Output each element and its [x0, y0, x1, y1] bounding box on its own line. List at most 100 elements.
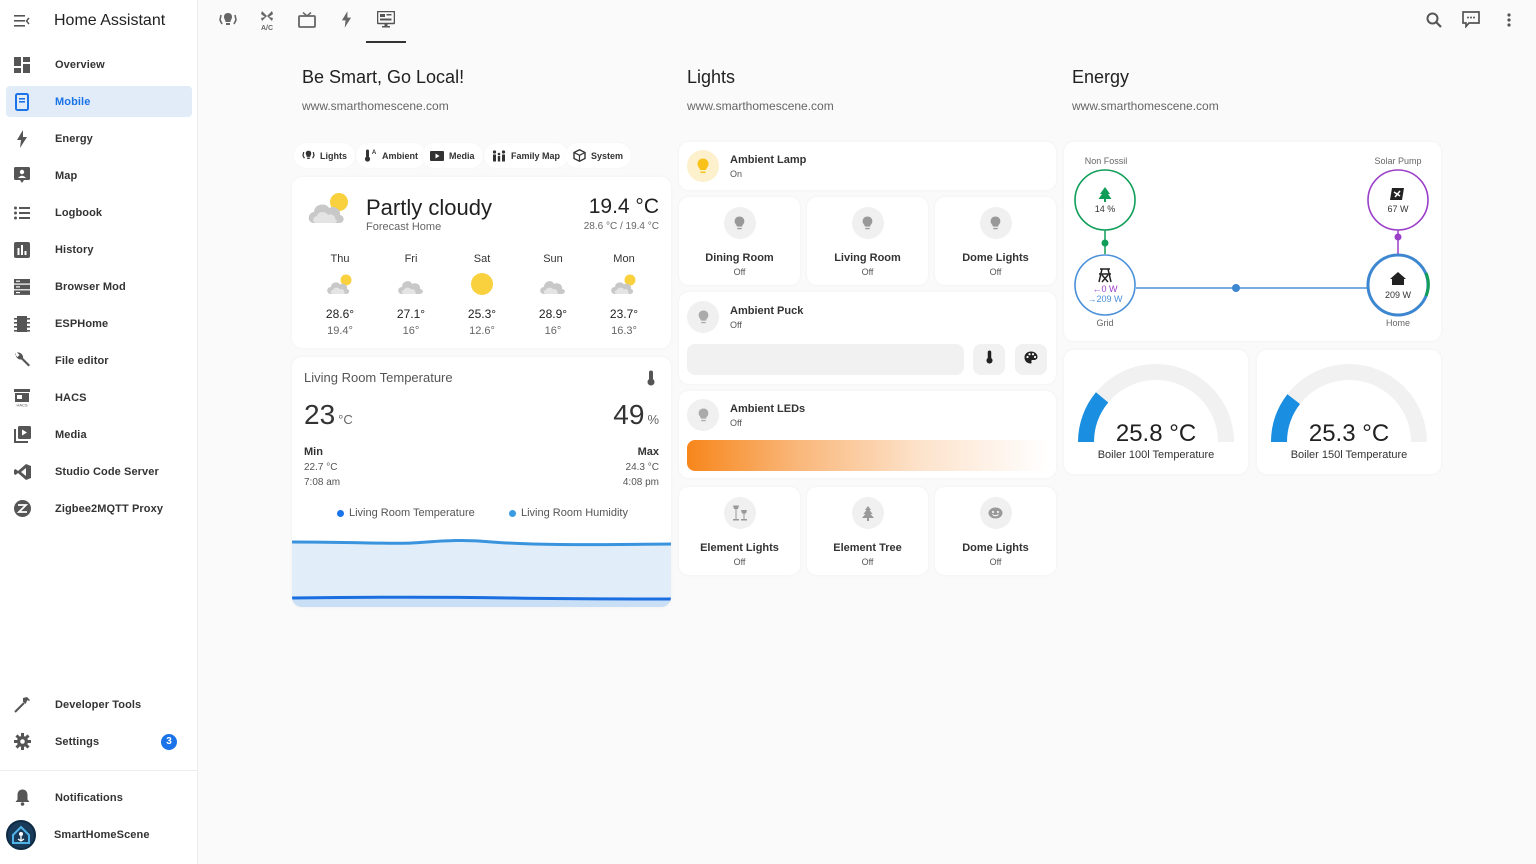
forecast-high: 23.7° [609, 307, 639, 321]
boiler-100-gauge-card[interactable]: 25.8 °C Boiler 100l Temperature [1064, 350, 1248, 474]
chip-lights[interactable]: Lights [294, 143, 355, 168]
search-button[interactable] [1422, 10, 1446, 34]
chip-label: Family Map [511, 150, 561, 161]
chip-system[interactable]: System [565, 143, 632, 168]
min-time: 7:08 am [304, 477, 341, 488]
avatar [6, 819, 36, 850]
color-temp-button[interactable] [973, 344, 1005, 375]
chip-label: Media [449, 150, 475, 161]
more-options-button[interactable] [1497, 10, 1521, 34]
sidebar-item-developer-tools[interactable]: Developer Tools [6, 689, 192, 720]
column-1-title: Be Smart, Go Local! [302, 67, 465, 87]
tile-state: Off [861, 267, 874, 277]
living-room-tile[interactable]: Living Room Off [807, 197, 928, 285]
sidebar-item-label: Logbook [55, 206, 103, 219]
brightness-slider[interactable] [687, 344, 964, 375]
gauge-value: 25.3 °C [1308, 420, 1390, 447]
element-lights-tile[interactable]: Element Lights Off [679, 487, 800, 575]
gauge-value: 25.8 °C [1115, 420, 1197, 447]
sidebar-item-zigbee2mqtt[interactable]: Zigbee2MQTT Proxy [6, 493, 192, 524]
lightbulb-icon[interactable] [851, 207, 884, 239]
sidebar-item-settings[interactable]: Settings 3 [6, 726, 192, 757]
ambient-puck-tile[interactable]: Ambient Puck Off [679, 292, 1056, 384]
solar-value: 67 W [1387, 204, 1409, 214]
wrench-icon [12, 351, 32, 371]
energy-distribution-card[interactable]: Non Fossil Solar Pump 14 % 67 W ←0 W →20… [1064, 142, 1441, 341]
chip-media[interactable]: Media [422, 143, 483, 168]
sidebar-item-overview[interactable]: Overview [6, 49, 192, 80]
forecast-low: 12.6° [469, 325, 495, 337]
boiler-150-gauge-card[interactable]: 25.3 °C Boiler 150l Temperature [1257, 350, 1441, 474]
temperature-number: 23 [304, 399, 336, 430]
sidebar-item-media[interactable]: Media [6, 419, 192, 450]
weather-card[interactable]: Partly cloudy Forecast Home 19.4 °C 28.6… [292, 177, 671, 348]
palette-icon [1024, 351, 1038, 369]
zigbee-icon [12, 499, 32, 519]
living-room-sensor-card[interactable]: Living Room Temperature 23 °C 49% Min 22.… [292, 357, 671, 607]
max-stats: Max 24.3 °C 4:08 pm [623, 445, 659, 490]
lightbulb-group-icon [219, 12, 237, 33]
forecast-day-name: Sat [473, 253, 491, 265]
partly-cloudy-icon [326, 273, 354, 300]
thermometer-auto-icon: A [364, 149, 377, 162]
tab-lights[interactable] [210, 8, 246, 36]
color-slider[interactable] [687, 440, 1048, 471]
legend-temperature[interactable]: Living Room Temperature [337, 507, 475, 519]
color-button[interactable] [1015, 344, 1047, 375]
tab-media[interactable] [289, 8, 325, 36]
forecast-high: 28.6° [325, 307, 355, 321]
dome-light-icon[interactable] [979, 497, 1012, 529]
lightbulb-icon[interactable] [687, 399, 719, 431]
cloudy-icon [397, 273, 425, 300]
sidebar-item-notifications[interactable]: Notifications [6, 782, 192, 813]
ambient-leds-tile[interactable]: Ambient LEDs Off [679, 391, 1056, 478]
dome-lights-2-tile[interactable]: Dome Lights Off [935, 487, 1056, 575]
sidebar-item-logbook[interactable]: Logbook [6, 197, 192, 228]
television-icon [298, 11, 316, 33]
assist-button[interactable] [1459, 10, 1483, 34]
floor-lamp-icon[interactable] [723, 497, 756, 529]
max-time: 4:08 pm [622, 477, 659, 488]
top-bar: A/C [198, 0, 1536, 44]
tab-air-conditioning[interactable]: A/C [249, 8, 285, 36]
lightbulb-icon[interactable] [687, 301, 719, 333]
lightbulb-icon[interactable] [723, 207, 756, 239]
lightbulb-on-icon[interactable] [687, 150, 719, 182]
tile-state: Off [989, 267, 1002, 277]
tab-monitor[interactable] [366, 8, 406, 43]
sidebar-item-esphome[interactable]: ESPHome [6, 308, 192, 339]
chip-ambient[interactable]: A Ambient [356, 143, 426, 168]
sidebar-item-map[interactable]: Map [6, 160, 192, 191]
sidebar-item-user[interactable]: SmartHomeScene [6, 819, 192, 850]
map-account-icon [12, 166, 32, 186]
sidebar-item-studio-code-server[interactable]: Studio Code Server [6, 456, 192, 487]
bell-icon [12, 788, 32, 808]
menu-toggle-icon[interactable] [14, 14, 32, 28]
sidebar-item-label: Mobile [55, 95, 91, 108]
sidebar-item-file-editor[interactable]: File editor [6, 345, 192, 376]
vscode-icon [12, 462, 32, 482]
ambient-lamp-tile[interactable]: Ambient Lamp On [679, 142, 1056, 190]
sidebar-item-energy[interactable]: Energy [6, 123, 192, 154]
sidebar-item-history[interactable]: History [6, 234, 192, 265]
lightbulb-icon[interactable] [979, 207, 1012, 239]
max-value: 24.3 °C [625, 462, 659, 473]
min-label: Min [304, 446, 323, 458]
humidity-value: 49% [613, 399, 659, 431]
tablet-icon [12, 92, 32, 112]
sidebar-item-hacs[interactable]: HACS HACS [6, 382, 192, 413]
temperature-value: 23 °C [304, 399, 353, 431]
legend-humidity[interactable]: Living Room Humidity [509, 507, 628, 519]
sidebar-item-browser-mod[interactable]: Browser Mod [6, 271, 192, 302]
tab-energy[interactable] [328, 8, 364, 36]
forecast-low: 16° [544, 325, 562, 337]
dining-room-tile[interactable]: Dining Room Off [679, 197, 800, 285]
pine-tree-icon[interactable] [851, 497, 884, 529]
grid-flow-dot [1232, 284, 1240, 292]
chip-family-map[interactable]: Family Map [484, 143, 569, 168]
thermometer-icon [647, 370, 655, 391]
sidebar-item-label: Settings [55, 735, 100, 748]
sidebar-item-mobile[interactable]: Mobile [6, 86, 192, 117]
dome-lights-tile[interactable]: Dome Lights Off [935, 197, 1056, 285]
element-tree-tile[interactable]: Element Tree Off [807, 487, 928, 575]
